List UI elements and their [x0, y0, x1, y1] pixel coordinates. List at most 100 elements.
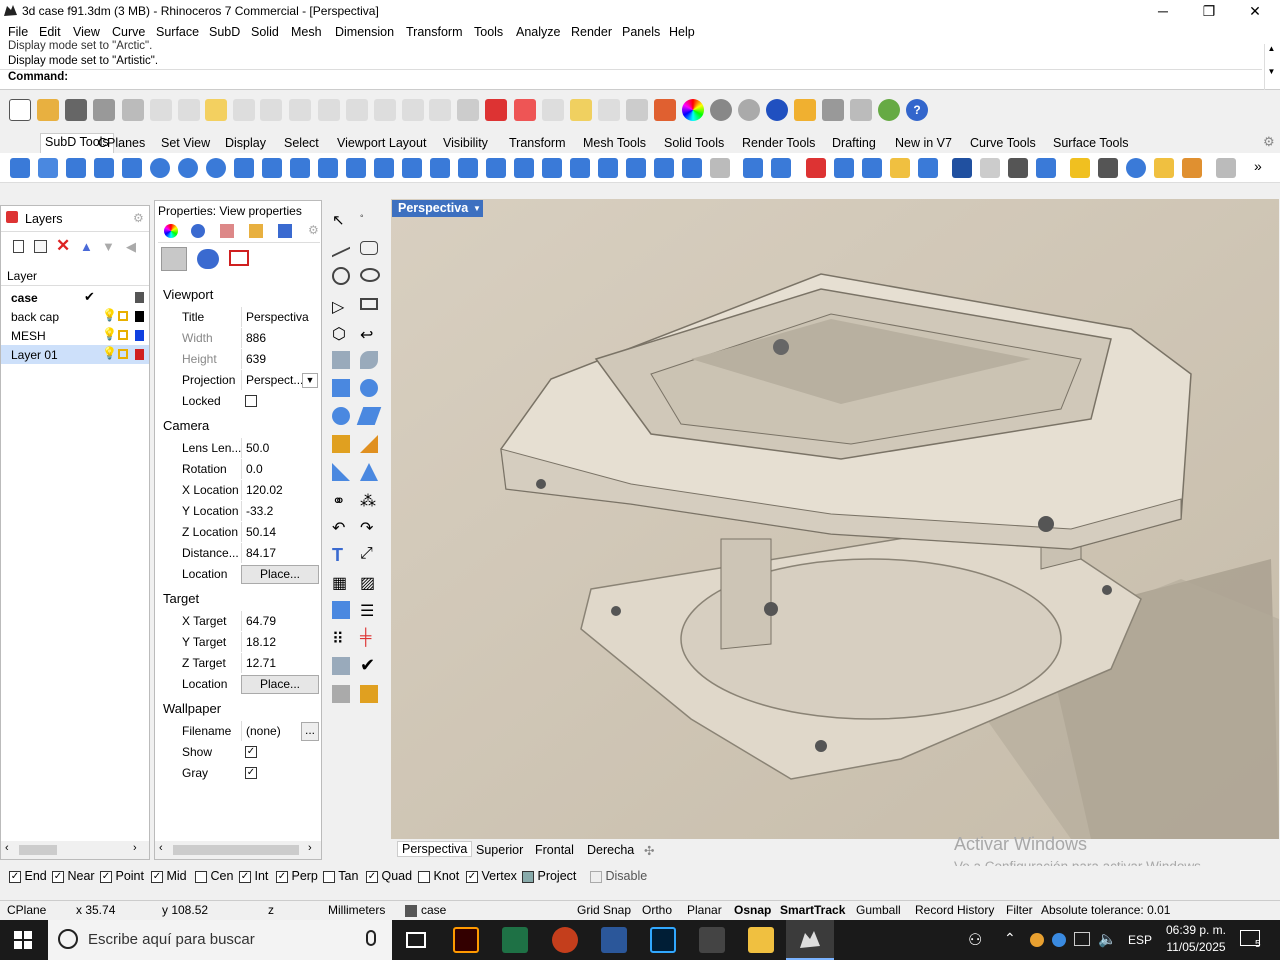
- rhino-taskbar-button[interactable]: [786, 920, 834, 960]
- tray-app-icon[interactable]: [1030, 933, 1044, 947]
- solid-box-icon[interactable]: [332, 379, 350, 397]
- current-layer-check-icon[interactable]: ✔: [84, 289, 95, 305]
- subd-sphere-icon[interactable]: [150, 158, 170, 178]
- subd-bridge-icon[interactable]: [430, 158, 450, 178]
- cut-icon[interactable]: [150, 99, 172, 121]
- zoom-extents-icon[interactable]: [374, 99, 396, 121]
- subd-display-icon[interactable]: [918, 158, 938, 178]
- subd-cube-icon[interactable]: [122, 158, 142, 178]
- split-icon[interactable]: [360, 435, 378, 453]
- help-icon[interactable]: ?: [906, 99, 928, 121]
- import-icon[interactable]: [122, 99, 144, 121]
- filter-layers-icon[interactable]: ◀: [126, 239, 136, 255]
- subd-append-icon[interactable]: [458, 158, 478, 178]
- subd-tonurbs-icon[interactable]: [890, 158, 910, 178]
- rectangle-icon[interactable]: [360, 298, 378, 310]
- scroll-left-icon[interactable]: ‹: [5, 842, 9, 854]
- text-icon[interactable]: T: [332, 545, 354, 567]
- osnap-checkbox[interactable]: ✓: [9, 870, 21, 883]
- osnap-perp[interactable]: ✓ Perp: [276, 869, 318, 883]
- scroll-thumb[interactable]: [173, 845, 299, 855]
- subd-weld-icon[interactable]: [570, 158, 590, 178]
- osnap-toggle[interactable]: Osnap: [734, 903, 771, 917]
- subd-ellipsoid-icon[interactable]: [178, 158, 198, 178]
- subd-sweep2-icon[interactable]: [290, 158, 310, 178]
- subd-list-icon[interactable]: [980, 158, 1000, 178]
- osnap-checkbox[interactable]: ✓: [100, 870, 112, 883]
- subd-torus-icon[interactable]: [206, 158, 226, 178]
- menu-solid[interactable]: Solid: [251, 25, 279, 39]
- material-sphere-icon[interactable]: [766, 99, 788, 121]
- wallpaper-filename-value[interactable]: (none): [241, 721, 299, 741]
- scroll-left-icon[interactable]: ‹: [159, 842, 163, 854]
- menu-curve[interactable]: Curve: [112, 25, 145, 39]
- record-history-toggle[interactable]: Record History: [915, 903, 994, 917]
- command-prompt[interactable]: Command:: [8, 71, 68, 83]
- curve-icon[interactable]: [360, 241, 378, 255]
- osnap-checkbox[interactable]: [522, 870, 534, 883]
- layer-row[interactable]: case ✔: [1, 288, 149, 307]
- cplane-label[interactable]: CPlane: [7, 903, 46, 917]
- cage-edit-icon[interactable]: [332, 657, 350, 675]
- subd-bucket-icon[interactable]: [710, 158, 730, 178]
- layer-lock-icon[interactable]: [118, 311, 128, 321]
- subd-cone-icon[interactable]: [66, 158, 86, 178]
- subd-loft-icon[interactable]: [262, 158, 282, 178]
- viewport-height-value[interactable]: 639: [241, 349, 319, 369]
- menu-render[interactable]: Render: [571, 25, 612, 39]
- tab-select[interactable]: Select: [280, 135, 323, 151]
- smarttrack-toggle[interactable]: SmartTrack: [780, 903, 845, 917]
- browse-button[interactable]: ...: [301, 722, 319, 741]
- viewport-layout-icon[interactable]: [457, 99, 479, 121]
- viewport-menu-chevron-icon[interactable]: ▼: [471, 200, 483, 217]
- show-hidden-icons-icon[interactable]: ⌃: [1004, 930, 1016, 947]
- history-icon[interactable]: [850, 99, 872, 121]
- point-icon[interactable]: ◦: [360, 211, 382, 233]
- undo-view-icon[interactable]: [429, 99, 451, 121]
- layer-visible-bulb-icon[interactable]: 💡: [102, 308, 117, 322]
- osnap-disable[interactable]: Disable: [590, 869, 647, 883]
- layer-color-swatch[interactable]: [135, 330, 144, 341]
- excel-icon[interactable]: [502, 927, 528, 953]
- volume-icon[interactable]: 🔈: [1098, 930, 1117, 948]
- menu-panels[interactable]: Panels: [622, 25, 660, 39]
- clock-date[interactable]: 11/05/2025: [1162, 940, 1230, 954]
- zoom-icon[interactable]: [318, 99, 340, 121]
- properties-title[interactable]: Properties: View properties: [158, 204, 302, 218]
- menu-mesh[interactable]: Mesh: [291, 25, 322, 39]
- osnap-checkbox[interactable]: ✓: [466, 870, 478, 883]
- lens-length-value[interactable]: 50.0: [241, 438, 319, 458]
- tab-solid-tools[interactable]: Solid Tools: [660, 135, 728, 151]
- show-checkbox[interactable]: ✓: [245, 746, 257, 758]
- light-icon[interactable]: [598, 99, 620, 121]
- osnap-checkbox[interactable]: ✓: [276, 870, 288, 883]
- array-grid-icon[interactable]: ⠿: [332, 629, 354, 651]
- clock-time[interactable]: 06:39 p. m.: [1162, 923, 1230, 937]
- scroll-down-icon[interactable]: ▼: [1265, 67, 1278, 76]
- move-point-icon[interactable]: ↷: [360, 518, 382, 540]
- osnap-point[interactable]: ✓ Point: [100, 869, 144, 883]
- rotation-value[interactable]: 0.0: [241, 459, 319, 479]
- microphone-icon[interactable]: [366, 930, 376, 946]
- windows-start-icon[interactable]: [14, 931, 32, 949]
- chevron-down-icon[interactable]: ▼: [302, 373, 318, 388]
- tab-settings-gear-icon[interactable]: ⚙: [1263, 134, 1275, 150]
- print-icon[interactable]: [93, 99, 115, 121]
- properties-hscrollbar[interactable]: ‹ ›: [155, 841, 321, 859]
- osnap-icon[interactable]: [542, 99, 564, 121]
- menu-surface[interactable]: Surface: [156, 25, 199, 39]
- subd-editing-icon[interactable]: [1098, 158, 1118, 178]
- menu-transform[interactable]: Transform: [406, 25, 463, 39]
- osnap-knot[interactable]: Knot: [418, 869, 459, 883]
- subd-merge-icon[interactable]: [598, 158, 618, 178]
- tab-curve-tools[interactable]: Curve Tools: [966, 135, 1040, 151]
- mesh-box-icon[interactable]: [332, 601, 350, 619]
- subd-subdivide-icon[interactable]: [682, 158, 702, 178]
- osnap-near[interactable]: ✓ Near: [52, 869, 95, 883]
- subd-offset-icon[interactable]: [402, 158, 422, 178]
- viewport-tab-superior[interactable]: Superior: [476, 843, 523, 857]
- subd-revolve-icon[interactable]: [318, 158, 338, 178]
- dimension-icon[interactable]: ⤢: [360, 545, 382, 567]
- car-icon[interactable]: [485, 99, 507, 121]
- osnap-checkbox[interactable]: [195, 870, 207, 883]
